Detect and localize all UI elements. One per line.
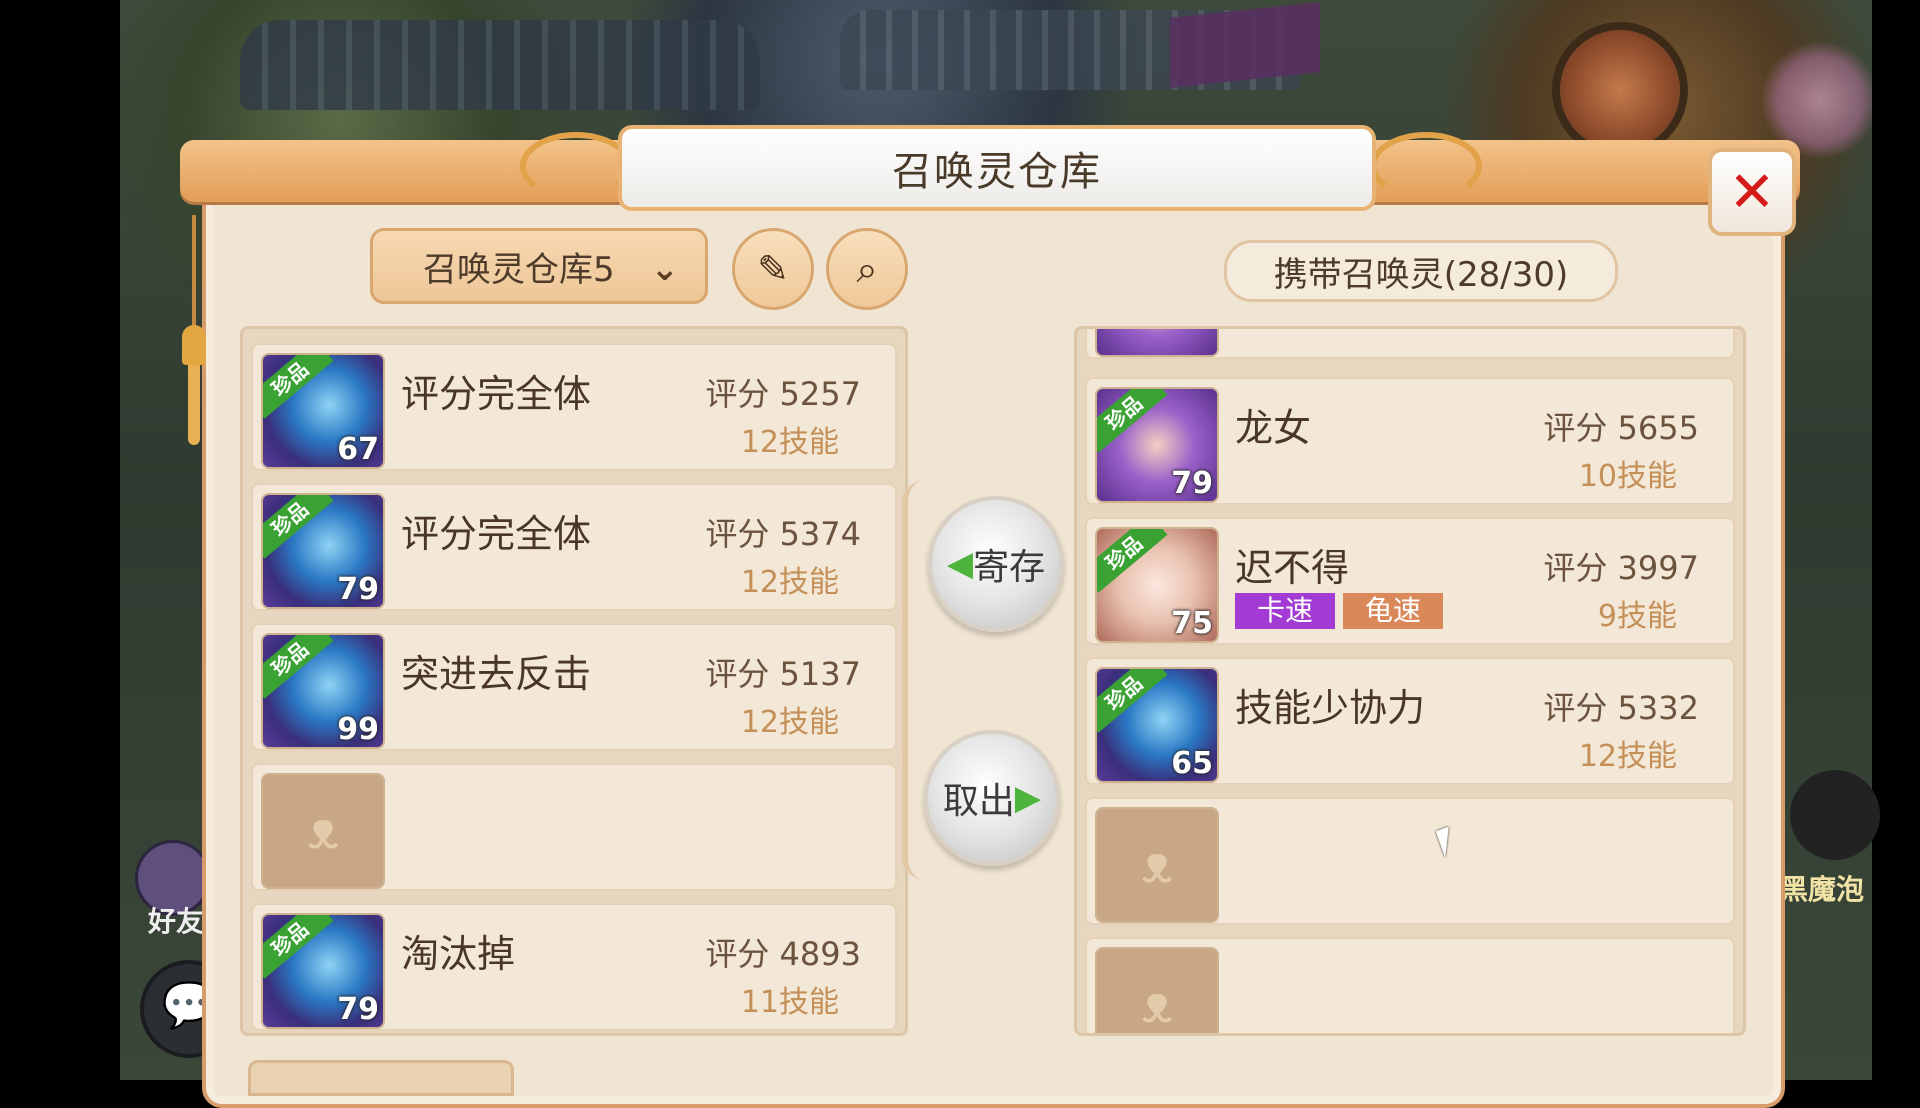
pet-level: 65 [1171, 746, 1213, 781]
game-screen: 好友 💬 黑魔泡 召唤灵仓库 ✕ 召唤灵仓库5 ⌄ ✎ ⌕ 携带召唤灵(28/3… [0, 0, 1920, 1108]
panel-title: 召唤灵仓库 [618, 125, 1376, 211]
rare-badge: 珍品 [263, 915, 334, 979]
pet-score: 评分 5374 [705, 515, 861, 553]
pet-score: 评分 5655 [1543, 409, 1699, 447]
friends-label[interactable]: 好友 [148, 900, 204, 940]
scene-drum [1560, 30, 1680, 150]
pet-score: 评分 5137 [705, 655, 861, 693]
pet-skills: 11技能 [740, 985, 839, 1020]
pet-avatar: 珍品 79 [1095, 387, 1219, 503]
bottom-tab[interactable] [248, 1060, 514, 1096]
carried-list[interactable]: 珍品 79 龙女 评分 5655 10技能 珍品 75 迟不得 卡速 龟速 评分… [1074, 326, 1746, 1036]
scene-roof [240, 20, 760, 110]
withdraw-button[interactable]: 取出 ▶ [924, 730, 1060, 866]
list-item[interactable]: 珍品 79 淘汰掉 评分 4893 11技能 [251, 903, 897, 1031]
pet-avatar: 珍品 79 [261, 913, 385, 1029]
arrow-left-icon: ◀ [946, 544, 974, 584]
trait-tag: 龟速 [1343, 593, 1444, 629]
pet-name: 突进去反击 [401, 652, 592, 696]
pet-level: 67 [337, 432, 379, 467]
monster-bubble-label[interactable]: 黑魔泡 [1780, 868, 1864, 908]
withdraw-label: 取出 [942, 781, 1015, 822]
list-item[interactable]: 珍品 65 技能少协力 评分 5332 12技能 [1085, 657, 1735, 785]
close-icon: ✕ [1728, 159, 1776, 225]
warehouse-select[interactable]: 召唤灵仓库5 ⌄ [370, 228, 708, 304]
list-item[interactable]: 珍品 79 龙女 评分 5655 10技能 [1085, 377, 1735, 505]
search-button[interactable]: ⌕ [826, 228, 908, 310]
panda-placeholder-icon: ᴥ [307, 801, 339, 861]
rare-badge: 珍品 [263, 355, 334, 419]
deposit-button[interactable]: ◀ 寄存 [928, 496, 1064, 632]
pet-avatar: 珍品 65 [1095, 667, 1219, 783]
panda-placeholder-icon: ᴥ [1141, 835, 1173, 895]
pet-score: 评分 5257 [705, 375, 861, 413]
pet-score: 评分 5332 [1543, 689, 1699, 727]
list-item-partial[interactable] [1085, 329, 1735, 359]
list-item[interactable]: 珍品 67 评分完全体 评分 5257 12技能 [251, 343, 897, 471]
pet-name: 技能少协力 [1235, 686, 1426, 730]
pet-level: 99 [337, 712, 379, 747]
pet-avatar: 珍品 79 [261, 493, 385, 609]
scroll-ornament-left [520, 132, 632, 200]
list-item[interactable]: 珍品 75 迟不得 卡速 龟速 评分 3997 9技能 [1085, 517, 1735, 645]
carried-count-label: 携带召唤灵(28/30) [1224, 240, 1618, 302]
chevron-down-icon: ⌄ [650, 249, 680, 289]
pet-name: 评分完全体 [401, 372, 592, 416]
pet-skills: 9技能 [1597, 599, 1677, 634]
pet-avatar: 珍品 75 [1095, 527, 1219, 643]
rare-badge: 珍品 [263, 495, 334, 559]
empty-slot-avatar: ᴥ [1095, 807, 1219, 923]
scroll-ornament-right [1370, 132, 1482, 200]
empty-slot-avatar: ᴥ [261, 773, 385, 889]
rename-button[interactable]: ✎ [732, 228, 814, 310]
empty-slot[interactable]: ᴥ [1085, 937, 1735, 1035]
pet-skills: 12技能 [740, 425, 839, 460]
empty-slot-avatar: ᴥ [1095, 947, 1219, 1035]
pet-name: 龙女 [1235, 406, 1312, 450]
empty-slot[interactable]: ᴥ [251, 763, 897, 891]
empty-slot[interactable]: ᴥ [1085, 797, 1735, 925]
panda-placeholder-icon: ᴥ [1141, 975, 1173, 1035]
pet-score: 评分 3997 [1543, 549, 1699, 587]
warehouse-list[interactable]: 珍品 67 评分完全体 评分 5257 12技能 珍品 79 评分完全体 评分 … [240, 326, 908, 1036]
monster-bubble-icon[interactable] [1790, 770, 1880, 860]
rare-badge: 珍品 [1097, 529, 1168, 593]
pet-skills: 12技能 [740, 565, 839, 600]
pet-name: 迟不得 [1235, 546, 1350, 590]
pet-skills: 10技能 [1578, 459, 1677, 494]
pet-skills: 12技能 [1578, 739, 1677, 774]
edit-icon: ✎ [757, 247, 789, 291]
rare-badge: 珍品 [263, 635, 334, 699]
rare-badge: 珍品 [1097, 669, 1168, 733]
trait-tag: 卡速 [1235, 593, 1336, 629]
pet-skills: 12技能 [740, 705, 839, 740]
search-icon: ⌕ [856, 246, 878, 291]
close-button[interactable]: ✕ [1708, 148, 1796, 236]
tassel-ornament [182, 215, 206, 445]
pet-level: 75 [1171, 606, 1213, 641]
warehouse-select-value: 召唤灵仓库5 [423, 249, 615, 290]
arrow-right-icon: ▶ [1014, 778, 1042, 818]
list-item[interactable]: 珍品 99 突进去反击 评分 5137 12技能 [251, 623, 897, 751]
list-item[interactable]: 珍品 79 评分完全体 评分 5374 12技能 [251, 483, 897, 611]
pet-name: 淘汰掉 [401, 932, 516, 976]
rare-badge: 珍品 [1097, 389, 1168, 453]
pet-avatar: 珍品 67 [261, 353, 385, 469]
pet-avatar [1095, 329, 1219, 357]
pet-name: 评分完全体 [401, 512, 592, 556]
pet-score: 评分 4893 [705, 935, 861, 973]
pet-level: 79 [337, 572, 379, 607]
pet-avatar: 珍品 99 [261, 633, 385, 749]
deposit-label: 寄存 [973, 547, 1046, 588]
pet-level: 79 [1171, 466, 1213, 501]
pet-level: 79 [337, 992, 379, 1027]
